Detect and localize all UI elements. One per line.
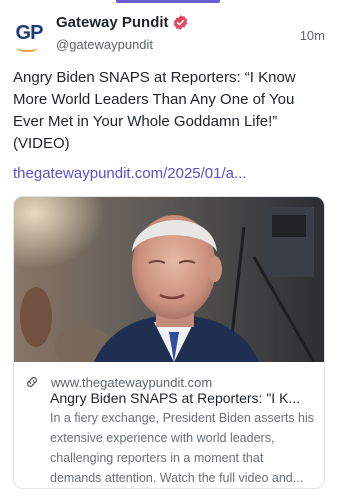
link-icon <box>26 376 38 388</box>
card-thumbnail-image[interactable] <box>14 197 324 362</box>
author-name[interactable]: Gateway Pundit <box>56 14 169 31</box>
post-link[interactable]: thegatewaypundit.com/2025/01/a... <box>13 163 325 185</box>
author-handle[interactable]: @gatewaypundit <box>56 37 153 52</box>
verified-badge-icon <box>173 15 188 30</box>
link-preview-card[interactable]: www.thegatewaypundit.com Angry Biden SNA… <box>13 196 325 489</box>
post[interactable]: GP Gateway Pundit @gatewaypundit 10m Ang… <box>0 0 339 500</box>
post-timestamp: 10m <box>299 28 325 43</box>
card-title[interactable]: Angry Biden SNAPS at Reporters: "I K... <box>50 388 316 408</box>
post-text: Angry Biden SNAPS at Reporters: “I Know … <box>13 69 296 152</box>
avatar-logo-text: GP <box>15 22 44 44</box>
avatar-swoosh <box>16 44 38 52</box>
avatar[interactable]: GP <box>13 22 45 54</box>
card-description: In a fiery exchange, President Biden ass… <box>50 411 315 485</box>
